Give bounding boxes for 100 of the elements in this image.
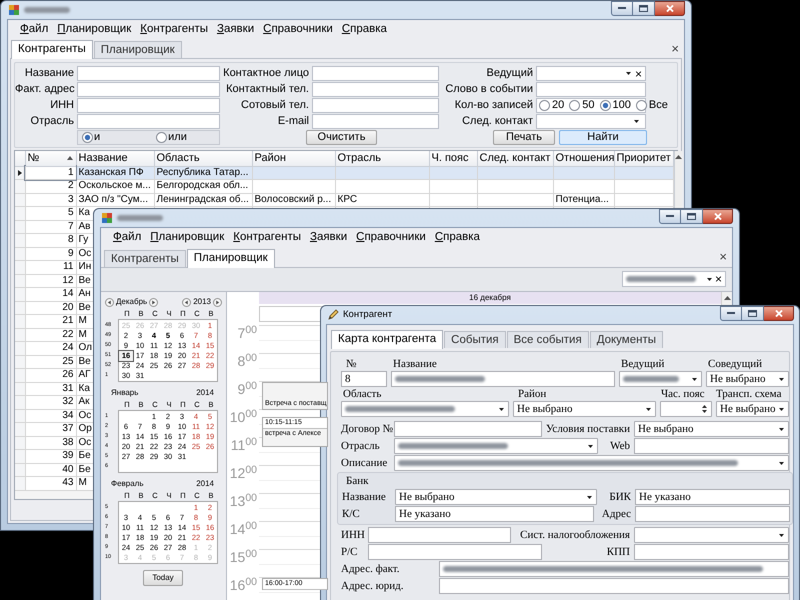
- spin-field[interactable]: [660, 401, 712, 417]
- menu-item[interactable]: Заявки: [310, 232, 348, 244]
- tab[interactable]: Карта контрагента: [331, 330, 444, 349]
- column-header[interactable]: Ч. пояс: [429, 151, 477, 166]
- text-field[interactable]: [77, 82, 220, 97]
- text-field[interactable]: [312, 82, 439, 97]
- dropdown-field[interactable]: Не выбрано: [513, 401, 656, 417]
- tab[interactable]: Контрагенты: [11, 40, 93, 59]
- tab[interactable]: Все события: [506, 331, 589, 348]
- hour-label: 13$^{00}$: [228, 493, 258, 511]
- text-field[interactable]: [439, 578, 789, 594]
- text-field[interactable]: [312, 114, 439, 129]
- radio-button[interactable]: [636, 100, 647, 111]
- text-field[interactable]: [312, 98, 439, 113]
- dropdown-field[interactable]: [619, 371, 702, 387]
- right-arrow-icon[interactable]: [213, 298, 222, 306]
- text-field[interactable]: [634, 544, 789, 560]
- dropdown-field[interactable]: Не выбрано: [706, 371, 789, 387]
- maximize-button[interactable]: [681, 209, 703, 224]
- left-arrow-icon[interactable]: [105, 298, 114, 306]
- tab[interactable]: События: [444, 331, 506, 348]
- column-header[interactable]: Отношения: [553, 151, 614, 166]
- column-header[interactable]: След. контакт: [477, 151, 553, 166]
- dropdown-field[interactable]: Не выбрано: [634, 421, 789, 437]
- dropdown-field[interactable]: [634, 527, 789, 543]
- minimize-button[interactable]: [611, 1, 633, 16]
- hour-label: 10$^{00}$: [228, 409, 258, 427]
- close-button[interactable]: [703, 209, 733, 224]
- text-field[interactable]: Не указано: [635, 489, 790, 505]
- radio-button[interactable]: [539, 100, 550, 111]
- column-header[interactable]: №: [25, 151, 76, 166]
- year-label: 2014: [196, 387, 215, 399]
- tab[interactable]: Планировщик: [186, 249, 275, 268]
- text-field[interactable]: [77, 114, 220, 129]
- tab[interactable]: Контрагенты: [104, 250, 186, 267]
- tab[interactable]: Документы: [590, 331, 663, 348]
- text-field[interactable]: [634, 438, 789, 454]
- right-arrow-icon[interactable]: [149, 298, 158, 306]
- button[interactable]: Очистить: [306, 130, 377, 145]
- close-button[interactable]: [764, 306, 794, 321]
- dropdown-field[interactable]: ×: [536, 66, 646, 81]
- minimize-button[interactable]: [659, 209, 681, 224]
- column-header[interactable]: Отрасль: [335, 151, 429, 166]
- field-label: Сотовый тел.: [240, 98, 309, 113]
- field-label: Слово в событии: [444, 82, 533, 97]
- maximize-button[interactable]: [633, 1, 655, 16]
- text-field[interactable]: [439, 561, 789, 577]
- menu-item[interactable]: Справочники: [263, 24, 333, 36]
- text-field[interactable]: [77, 98, 220, 113]
- clear-button[interactable]: ×: [634, 68, 642, 80]
- hour-label: 7$^{00}$: [236, 325, 258, 343]
- dropdown-field[interactable]: [394, 455, 789, 471]
- text-field[interactable]: [391, 371, 615, 387]
- column-header[interactable]: Район: [252, 151, 335, 166]
- text-field[interactable]: [312, 66, 439, 81]
- field-label: Описание: [341, 456, 388, 470]
- column-header[interactable]: Название: [76, 151, 154, 166]
- menu-item[interactable]: Контрагенты: [233, 232, 301, 244]
- column-header[interactable]: Приоритет: [614, 151, 673, 166]
- dropdown-field[interactable]: [341, 401, 509, 417]
- dropdown-field[interactable]: [394, 438, 598, 454]
- button[interactable]: Печать: [493, 130, 555, 145]
- menu-item[interactable]: Справка: [342, 24, 387, 36]
- clear-button[interactable]: ×: [714, 273, 722, 285]
- radio-button[interactable]: [82, 132, 93, 143]
- text-field[interactable]: [536, 82, 646, 97]
- text-field[interactable]: [394, 421, 542, 437]
- button[interactable]: Найти: [559, 130, 647, 145]
- table-cell: 11: [25, 260, 76, 274]
- dropdown-field[interactable]: [536, 114, 646, 129]
- field-label: Сист. налогообложения: [519, 528, 631, 542]
- maximize-button[interactable]: [742, 306, 764, 321]
- text-field[interactable]: 8: [341, 371, 387, 387]
- text-field[interactable]: [368, 544, 542, 560]
- radio-button[interactable]: [156, 132, 168, 143]
- minimize-button[interactable]: [720, 306, 742, 321]
- column-header[interactable]: Область: [154, 151, 252, 166]
- today-button[interactable]: Today: [143, 570, 183, 586]
- tab[interactable]: Планировщик: [94, 41, 182, 58]
- menu-item[interactable]: Справка: [434, 232, 480, 244]
- menu-item[interactable]: Контрагенты: [140, 24, 208, 36]
- dropdown-field[interactable]: ×: [622, 271, 726, 287]
- menu-item[interactable]: Файл: [113, 232, 142, 244]
- close-tab-button[interactable]: ×: [671, 42, 679, 55]
- caret-icon: [588, 444, 593, 448]
- dropdown-field[interactable]: Не выбрано: [716, 401, 789, 417]
- radio-button[interactable]: [600, 100, 610, 111]
- dropdown-field[interactable]: Не выбрано: [395, 489, 597, 505]
- menu-item[interactable]: Планировщик: [57, 24, 132, 36]
- radio-button[interactable]: [569, 100, 580, 111]
- text-field[interactable]: Не указано: [395, 506, 594, 522]
- close-tab-button[interactable]: ×: [719, 250, 727, 263]
- text-field[interactable]: [77, 66, 220, 81]
- menu-item[interactable]: Заявки: [216, 24, 254, 36]
- text-field[interactable]: [635, 506, 790, 522]
- close-button[interactable]: [655, 1, 685, 16]
- menu-item[interactable]: Файл: [20, 24, 48, 36]
- text-field[interactable]: [368, 527, 511, 543]
- caret-icon: [587, 496, 592, 498]
- menu-item[interactable]: Справочники: [356, 232, 426, 244]
